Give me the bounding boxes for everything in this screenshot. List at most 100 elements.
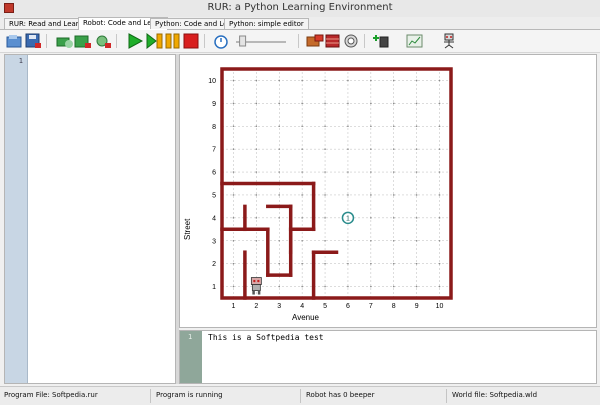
grid-dot — [392, 102, 395, 105]
grid-dot — [347, 239, 349, 242]
grid-dot — [370, 148, 372, 150]
grid-dot — [370, 79, 372, 82]
grid-dot — [415, 171, 418, 173]
street-tick-label: 2 — [212, 261, 216, 268]
grid-dot — [232, 194, 235, 196]
window-title: RUR: a Python Learning Environment — [207, 2, 393, 13]
grid-dot — [347, 125, 349, 128]
speed-icon — [214, 35, 228, 49]
grid-dot — [370, 262, 372, 265]
toolbar — [0, 30, 600, 53]
toolbar-separator — [298, 34, 299, 48]
grid-dot — [415, 217, 418, 219]
grid-dot — [324, 262, 326, 265]
grid-dot — [438, 148, 441, 150]
grid-dot — [370, 125, 372, 128]
grid-dot — [415, 125, 418, 128]
avenue-tick-label: 5 — [323, 303, 327, 310]
beeper-count: 1 — [346, 215, 350, 222]
grid-dot — [324, 125, 326, 128]
street-tick-label: 10 — [208, 78, 216, 85]
grid-dot — [255, 79, 258, 82]
street-tick-label: 8 — [212, 124, 216, 131]
beeper-count-status: Robot has 0 beeper — [306, 391, 375, 399]
grid-dot — [415, 262, 418, 265]
street-tick-label: 5 — [212, 192, 216, 199]
grid-dot — [301, 262, 303, 265]
street-tick-label: 7 — [212, 147, 216, 154]
grid-dot — [392, 194, 395, 196]
grid-dot — [324, 194, 326, 196]
save-world-icon[interactable] — [74, 33, 92, 49]
grid-dot — [232, 285, 235, 288]
add-robot-icon[interactable] — [440, 33, 458, 49]
street-tick-label: 1 — [212, 284, 216, 291]
grid-dot — [324, 79, 326, 82]
avenue-tick-label: 2 — [254, 303, 258, 310]
robot-leg — [252, 290, 255, 295]
world-canvas[interactable]: 1 2 3 4 5 6 7 8 9 10 1 2 3 4 5 6 7 8 9 10 1 Avenue Street — [180, 55, 596, 327]
reset-world-icon[interactable] — [94, 33, 112, 49]
edit-walls-icon[interactable] — [324, 33, 342, 49]
run-icon[interactable] — [126, 33, 144, 49]
grid-dot — [415, 285, 418, 288]
tab-read-and-learn[interactable]: RUR: Read and Learn — [4, 18, 88, 29]
grid-dot — [347, 262, 349, 265]
grid-dot — [370, 171, 372, 173]
grid-dot — [232, 148, 235, 150]
program-file-status: Program File: Softpedia.rur — [4, 391, 98, 399]
grid-dot — [392, 79, 395, 82]
grid-dot — [324, 285, 326, 288]
grid-dot — [438, 125, 441, 128]
grid-dot — [278, 148, 281, 150]
grid-dot — [370, 217, 372, 219]
grid-dot — [347, 148, 349, 150]
grid-dot — [278, 239, 281, 242]
world-builder-icon[interactable] — [306, 33, 324, 49]
grid-dot — [347, 102, 349, 105]
grid-dot — [255, 217, 258, 219]
output-line-number: 1 — [188, 333, 193, 341]
grid-dot — [232, 125, 235, 128]
avenue-axis-label: Avenue — [292, 313, 320, 322]
step-icon[interactable] — [146, 33, 164, 49]
add-beeper-icon[interactable] — [372, 33, 390, 49]
line-number: 1 — [18, 57, 23, 65]
grid-dot — [370, 194, 372, 196]
editor-gutter: 1 — [5, 55, 28, 383]
grid-dot — [415, 79, 418, 82]
beeper-icon[interactable] — [342, 33, 360, 49]
grid-dot — [370, 102, 372, 105]
grid-dot — [255, 171, 258, 173]
grid-dot — [278, 217, 281, 219]
open-program-icon[interactable] — [6, 33, 24, 49]
grid-dot — [438, 285, 441, 288]
open-world-icon[interactable] — [56, 33, 74, 49]
grid-dot — [301, 79, 303, 82]
speed-slider[interactable] — [234, 35, 288, 47]
status-separator — [300, 389, 301, 403]
tab-python-simple-editor[interactable]: Python: simple editor — [224, 18, 309, 29]
grid-dot — [301, 125, 303, 128]
grid-dot — [324, 239, 326, 242]
output-pane[interactable]: 1 This is a Softpedia test — [179, 330, 597, 384]
grid-dot — [255, 262, 258, 265]
grid-dot — [347, 171, 349, 173]
pause-icon[interactable] — [164, 33, 182, 49]
grid-dot — [347, 285, 349, 288]
save-program-icon[interactable] — [24, 33, 42, 49]
world-view[interactable]: 1 2 3 4 5 6 7 8 9 10 1 2 3 4 5 6 7 8 9 10 1 Avenue Street — [179, 54, 597, 328]
grid-dot — [301, 285, 303, 288]
status-separator — [150, 389, 151, 403]
grid-dot — [255, 194, 258, 196]
robot-trace-icon[interactable] — [406, 33, 424, 49]
avenue-tick-label: 10 — [436, 303, 444, 310]
code-editor[interactable]: 1 — [4, 54, 176, 384]
grid-dot — [392, 262, 395, 265]
avenue-tick-label: 7 — [369, 303, 373, 310]
grid-dot — [438, 239, 441, 242]
title-bar: RUR: a Python Learning Environment — [0, 0, 600, 18]
stop-icon[interactable] — [182, 33, 200, 49]
street-tick-label: 4 — [212, 215, 216, 222]
avenue-tick-label: 4 — [300, 303, 304, 310]
